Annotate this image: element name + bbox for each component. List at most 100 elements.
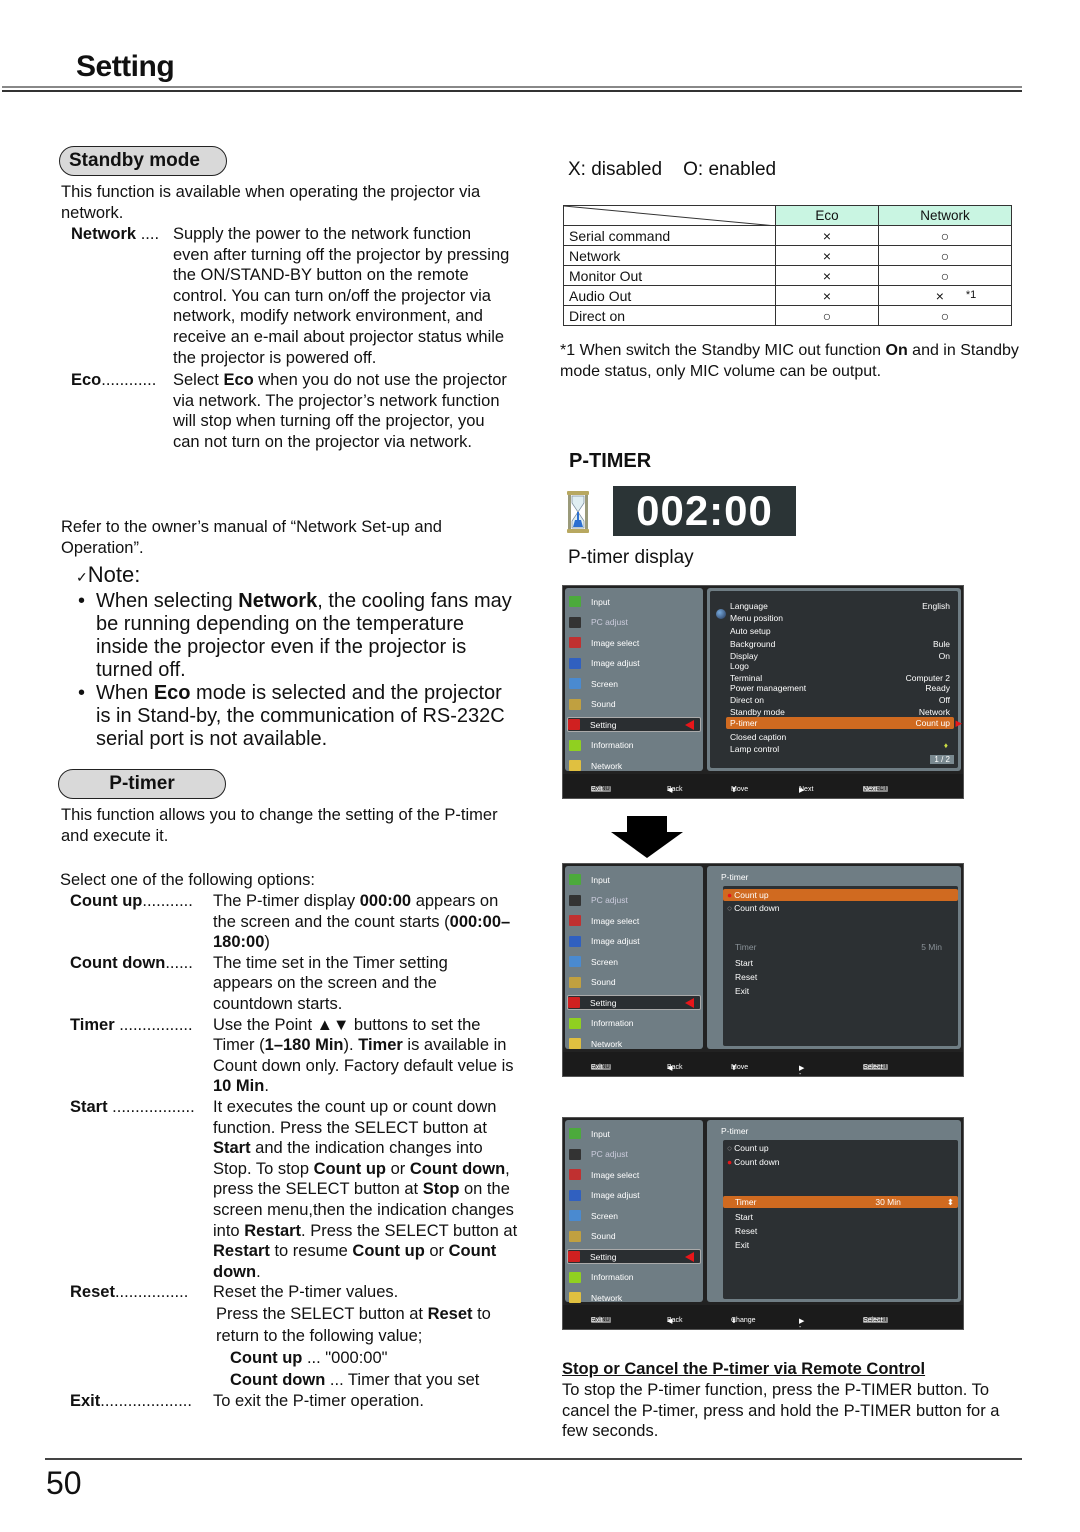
row-label: Network	[563, 245, 776, 266]
network-icon	[569, 760, 581, 771]
bullet-icon: •	[78, 590, 86, 612]
p-timer-heading: P-timer	[58, 769, 226, 799]
osd-submenu-panel: P-timer ○ Count up ● Count down Timer 30 Min ⬍ S…	[707, 1120, 961, 1302]
hourglass-icon	[566, 491, 590, 538]
osd-option-count-down[interactable]: ● Count down	[727, 1157, 954, 1167]
def-count-down: The time set in the Timer setting appear…	[213, 953, 448, 1013]
osd-timer-setting[interactable]: Timer 30 Min ⬍	[723, 1196, 958, 1208]
osd-menu-item-network[interactable]: Network	[569, 1290, 699, 1305]
cell-eco: ×	[775, 285, 879, 306]
selected-arrow-icon	[685, 1251, 694, 1262]
osd-menu-item-sound[interactable]: Sound	[569, 697, 699, 712]
term-network: Network	[71, 225, 137, 243]
image-select-icon	[569, 915, 581, 926]
note-title: Note:	[87, 562, 141, 587]
page-indicator: 1 / 2	[930, 755, 954, 764]
osd-main-menu: Input PC adjust Image select Image adjust Sc…	[565, 1120, 703, 1305]
input-icon	[569, 874, 581, 885]
osd-setting-closed-caption[interactable]: Closed caption	[730, 732, 950, 742]
osd-menu-item-pc-adjust[interactable]: PC adjust	[569, 1147, 699, 1162]
p-timer-display-caption: P-timer display	[568, 547, 694, 568]
p-timer-display-heading: P-TIMER	[569, 450, 652, 472]
footnote-mark: *1	[965, 288, 977, 301]
osd-menu-item-input[interactable]: Input	[569, 1126, 699, 1141]
submenu-arrow-icon: ▶	[955, 718, 962, 728]
note-bullet: • When selecting Network, the cooling fa…	[78, 590, 512, 681]
osd-setting-language[interactable]: Language English	[716, 601, 950, 619]
osd-setting-logo[interactable]: Logo	[730, 661, 950, 671]
down-arrow-icon	[611, 816, 683, 863]
osd-menu-item-input[interactable]: Input	[569, 594, 699, 609]
osd-setting-auto-setup[interactable]: Auto setup	[730, 626, 950, 636]
osd-main-menu: Input PC adjust Image select Image adjust Sc…	[565, 866, 703, 1049]
def-start: It executes the count up or count down f…	[213, 1097, 518, 1281]
osd-menu-item-screen[interactable]: Screen	[569, 676, 699, 691]
osd-setting-power-management[interactable]: Power management Ready	[730, 683, 950, 693]
osd-menu-item-sound[interactable]: Sound	[569, 975, 699, 990]
osd-option-count-up[interactable]: ○ Count up	[727, 1143, 954, 1153]
screen-icon	[569, 678, 581, 689]
table-legend: X: disabled O: enabled	[568, 159, 777, 180]
osd-option-count-down[interactable]: ○ Count down	[727, 903, 954, 913]
osd-setting-direct-on[interactable]: Direct on Off	[730, 695, 950, 705]
footer-rule	[45, 1458, 1022, 1460]
osd-menu-item-setting[interactable]: Setting	[567, 717, 701, 732]
osd-menu-item-information[interactable]: Information	[569, 738, 699, 753]
osd-menu-item-image-select[interactable]: Image select	[569, 635, 699, 650]
refer-text: Refer to the owner’s manual of “Network …	[61, 518, 442, 557]
selected-arrow-icon	[685, 719, 694, 730]
osd-menu-item-pc-adjust[interactable]: PC adjust	[569, 893, 699, 908]
table-row: Audio Out × × *1	[563, 285, 1012, 306]
osd-option-count-up[interactable]: ● Count up	[723, 889, 958, 901]
pc-adjust-icon	[569, 616, 581, 628]
osd-action-start[interactable]: Start	[735, 958, 950, 968]
osd-submenu-panel: P-timer ● Count up ○ Count down Timer 5 Min Sta…	[707, 866, 961, 1049]
osd-menu-item-input[interactable]: Input	[569, 872, 699, 887]
osd-guide-bar: MENU Exit ◀ Back ⬍ Move ▶ ----- SELECT Select	[563, 1052, 963, 1099]
screen-icon	[569, 956, 581, 967]
network-icon	[569, 1292, 581, 1303]
osd-setting-terminal[interactable]: Terminal Computer 2	[730, 673, 950, 683]
osd-action-exit[interactable]: Exit	[735, 986, 950, 996]
osd-action-reset[interactable]: Reset	[735, 972, 950, 982]
osd-menu-item-network[interactable]: Network	[569, 1036, 699, 1051]
information-icon	[569, 1271, 581, 1283]
osd-timer-setting[interactable]: Timer 5 Min	[735, 942, 942, 952]
osd-menu-item-pc-adjust[interactable]: PC adjust	[569, 615, 699, 630]
standby-mode-table: Eco Network Serial command × ○ Network × ○ Mon…	[563, 205, 1012, 326]
osd-menu-item-image-adjust[interactable]: Image adjust	[569, 656, 699, 671]
osd-setting-standby-mode[interactable]: Standby mode Network	[730, 707, 950, 717]
def-timer: Use the Point ▲▼ buttons to set the Time…	[213, 1015, 514, 1096]
osd-action-reset[interactable]: Reset	[735, 1226, 950, 1236]
standby-mode-heading: Standby mode	[59, 146, 227, 176]
header-rule-2	[2, 90, 1022, 92]
osd-menu-item-screen[interactable]: Screen	[569, 1208, 699, 1223]
osd-action-exit[interactable]: Exit	[735, 1240, 950, 1250]
osd-menu-item-information[interactable]: Information	[569, 1016, 699, 1031]
osd-menu-item-network[interactable]: Network	[569, 758, 699, 773]
note-box: ✓Note: • When selecting Network, the coo…	[76, 563, 521, 751]
osd-menu-item-image-adjust[interactable]: Image adjust	[569, 1188, 699, 1203]
image-adjust-icon	[569, 935, 581, 947]
osd-setting-menu-position[interactable]: Menu position	[730, 613, 950, 623]
osd-menu-item-setting[interactable]: Setting	[567, 1249, 701, 1264]
osd-setting-background[interactable]: Background Bule	[730, 639, 950, 649]
osd-menu-item-information[interactable]: Information	[569, 1270, 699, 1285]
osd-action-start[interactable]: Start	[735, 1212, 950, 1222]
osd-menu-item-image-adjust[interactable]: Image adjust	[569, 934, 699, 949]
osd-menu-item-sound[interactable]: Sound	[569, 1229, 699, 1244]
osd-setting-p-timer[interactable]: P-timer Count up ▶	[726, 717, 962, 729]
page-number: 50	[46, 1465, 82, 1501]
col-network: Network	[878, 205, 1012, 226]
osd-setting-display[interactable]: Display On	[730, 651, 950, 661]
osd-menu-item-image-select[interactable]: Image select	[569, 1167, 699, 1182]
option-reset: Reset................ Reset the P-timer …	[70, 1282, 525, 1391]
check-icon: ✓	[76, 569, 88, 585]
osd-menu-item-screen[interactable]: Screen	[569, 954, 699, 969]
osd-setting-lamp-control[interactable]: Lamp control	[730, 744, 950, 754]
table-row: Network × ○	[563, 245, 1012, 266]
table-corner	[563, 205, 776, 226]
globe-icon	[716, 609, 726, 619]
osd-menu-item-image-select[interactable]: Image select	[569, 913, 699, 928]
osd-menu-item-setting[interactable]: Setting	[567, 995, 701, 1010]
